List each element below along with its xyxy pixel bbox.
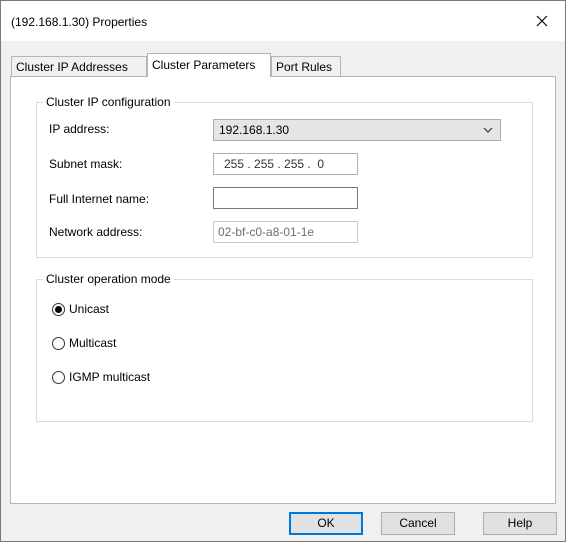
multicast-radio[interactable]: Multicast [52,336,116,350]
subnet-mask-value: 255 . 255 . 255 . 0 [224,157,325,171]
group-legend: Cluster operation mode [43,272,174,286]
network-address-field: 02-bf-c0-a8-01-1e [213,221,358,243]
network-address-value: 02-bf-c0-a8-01-1e [218,225,315,239]
tab-label: Cluster IP Addresses [16,60,128,74]
window-title: (192.168.1.30) Properties [11,15,148,29]
button-label: Cancel [399,516,437,530]
cancel-button[interactable]: Cancel [381,512,455,535]
radio-label: Multicast [69,336,117,350]
cluster-operation-mode-group: Cluster operation mode Unicast Multicast… [36,272,533,422]
tab-panel: Cluster IP configuration IP address: 192… [10,76,556,504]
tab-port-rules[interactable]: Port Rules [271,56,341,76]
ok-button[interactable]: OK [289,512,363,535]
subnet-mask-field[interactable]: 255 . 255 . 255 . 0 [213,153,358,175]
ip-address-select[interactable]: 192.168.1.30 [213,119,501,141]
tab-cluster-parameters[interactable]: Cluster Parameters [147,53,271,77]
tab-label: Cluster Parameters [152,58,256,72]
subnet-mask-label: Subnet mask: [49,157,123,171]
ip-address-value: 192.168.1.30 [219,123,290,137]
full-internet-name-label: Full Internet name: [49,192,150,206]
radio-label: Unicast [69,302,110,316]
radio-unselected-icon [52,336,65,350]
ip-address-label: IP address: [49,122,110,136]
radio-selected-icon [52,302,65,316]
cluster-ip-configuration-group: Cluster IP configuration IP address: 192… [36,95,533,258]
tab-cluster-ip-addresses[interactable]: Cluster IP Addresses [11,56,147,76]
radio-label: IGMP multicast [69,370,151,384]
full-internet-name-input[interactable] [213,187,358,209]
button-label: Help [507,516,533,530]
close-button[interactable] [519,1,565,41]
tab-label: Port Rules [276,60,333,74]
unicast-radio[interactable]: Unicast [52,302,109,316]
group-legend: Cluster IP configuration [43,95,174,109]
chevron-down-icon [483,120,493,146]
button-label: OK [317,516,335,530]
help-button[interactable]: Help [483,512,557,535]
radio-unselected-icon [52,370,65,384]
igmp-multicast-radio[interactable]: IGMP multicast [52,370,150,384]
network-address-label: Network address: [49,225,143,239]
close-icon [536,15,548,27]
title-bar: (192.168.1.30) Properties [1,1,565,41]
properties-dialog: (192.168.1.30) Properties Cluster IP Add… [0,0,566,542]
